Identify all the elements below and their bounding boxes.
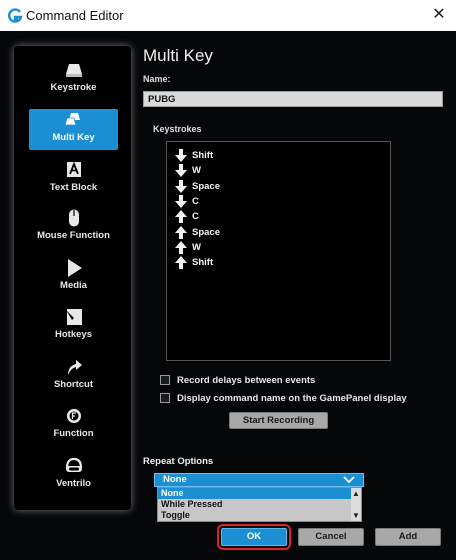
keystroke-key: W: [192, 242, 201, 253]
keystroke-key: W: [192, 165, 201, 176]
record-delays-label: Record delays between events: [177, 375, 316, 386]
scroll-up-icon[interactable]: ▲: [351, 488, 361, 499]
sidebar-item-label: Media: [60, 280, 87, 291]
repeat-options-label: Repeat Options: [143, 456, 214, 467]
page-title: Multi Key: [143, 46, 213, 65]
dropdown-selected-value: None: [163, 474, 187, 485]
shortcut-arrow-icon: [67, 360, 82, 375]
keystrokes-label: Keystrokes: [153, 124, 202, 134]
record-delays-checkbox[interactable]: [160, 375, 170, 385]
arrow-up-icon: [175, 226, 187, 239]
text-block-icon: [66, 161, 81, 177]
scroll-down-icon[interactable]: ▼: [351, 510, 361, 521]
sidebar-item-function[interactable]: Function: [29, 407, 118, 448]
sidebar-item-label: Shortcut: [53, 379, 94, 390]
cancel-button[interactable]: Cancel: [298, 528, 364, 546]
play-icon: [67, 259, 82, 277]
start-recording-button[interactable]: Start Recording: [229, 412, 328, 429]
sidebar-item-ventrilo[interactable]: Ventrilo: [29, 457, 118, 498]
sidebar-item-mouse-function[interactable]: Mouse Function: [29, 209, 118, 250]
logitech-g-logo-icon: [8, 8, 23, 23]
sidebar-item-label: Keystroke: [50, 82, 97, 93]
keystroke-key: Shift: [192, 150, 214, 161]
arrow-down-icon: [175, 164, 187, 177]
arrow-down-icon: [175, 180, 187, 193]
name-input[interactable]: [143, 91, 443, 107]
repeat-options-list: None While Pressed Toggle ▲ ▼: [157, 487, 362, 522]
arrow-down-icon: [175, 149, 187, 162]
sidebar-item-label: Ventrilo: [56, 478, 91, 489]
dropdown-option-none[interactable]: None: [158, 488, 351, 499]
arrow-down-icon: [175, 195, 187, 208]
keyboard-key-icon: [65, 64, 82, 77]
dropdown-scrollbar[interactable]: ▲ ▼: [351, 488, 361, 521]
title-bar: Command Editor ✕: [0, 0, 456, 31]
sidebar-item-label: Multi Key: [52, 132, 95, 143]
sidebar-item-label: Hotkeys: [55, 329, 92, 340]
display-name-label: Display command name on the GamePanel di…: [177, 393, 407, 404]
dropdown-option-toggle[interactable]: Toggle: [158, 510, 351, 521]
ok-button[interactable]: OK: [217, 524, 291, 550]
command-type-sidebar: Keystroke Multi Key Text Block Mouse Fun…: [14, 46, 131, 510]
sidebar-item-media[interactable]: Media: [29, 259, 118, 300]
keystroke-key: Shift: [192, 257, 214, 268]
arrow-up-icon: [175, 241, 187, 254]
sidebar-item-multi-key[interactable]: Multi Key: [29, 109, 118, 150]
dropdown-option-while-pressed[interactable]: While Pressed: [158, 499, 351, 510]
sidebar-item-label: Mouse Function: [37, 230, 110, 241]
add-button[interactable]: Add: [375, 528, 441, 546]
name-label: Name:: [143, 74, 171, 84]
keystroke-key: Space: [192, 227, 220, 238]
keystroke-key: C: [192, 211, 199, 222]
arrow-up-icon: [175, 256, 187, 269]
close-button[interactable]: ✕: [426, 5, 452, 25]
sidebar-item-keystroke[interactable]: Keystroke: [29, 61, 118, 102]
chevron-down-icon: [343, 476, 355, 484]
window-title: Command Editor: [26, 8, 124, 23]
arrow-up-icon: [175, 210, 187, 223]
function-gear-icon: [66, 409, 81, 423]
repeat-options-dropdown[interactable]: None: [154, 473, 364, 487]
sidebar-item-hotkeys[interactable]: Hotkeys: [29, 308, 118, 349]
sidebar-item-label: Function: [53, 428, 94, 439]
mouse-icon: [68, 209, 79, 227]
multi-key-icon: [63, 113, 80, 126]
keystrokes-list[interactable]: Shift W Space C C Space W Shift: [166, 141, 391, 361]
display-name-checkbox[interactable]: [160, 393, 170, 403]
headset-icon: [65, 457, 82, 472]
sidebar-item-text-block[interactable]: Text Block: [29, 161, 118, 202]
sidebar-item-shortcut[interactable]: Shortcut: [29, 358, 118, 399]
keystroke-key: Space: [192, 181, 220, 192]
keystroke-key: C: [192, 196, 199, 207]
hotkeys-icon: [65, 309, 82, 325]
sidebar-item-label: Text Block: [49, 182, 98, 193]
